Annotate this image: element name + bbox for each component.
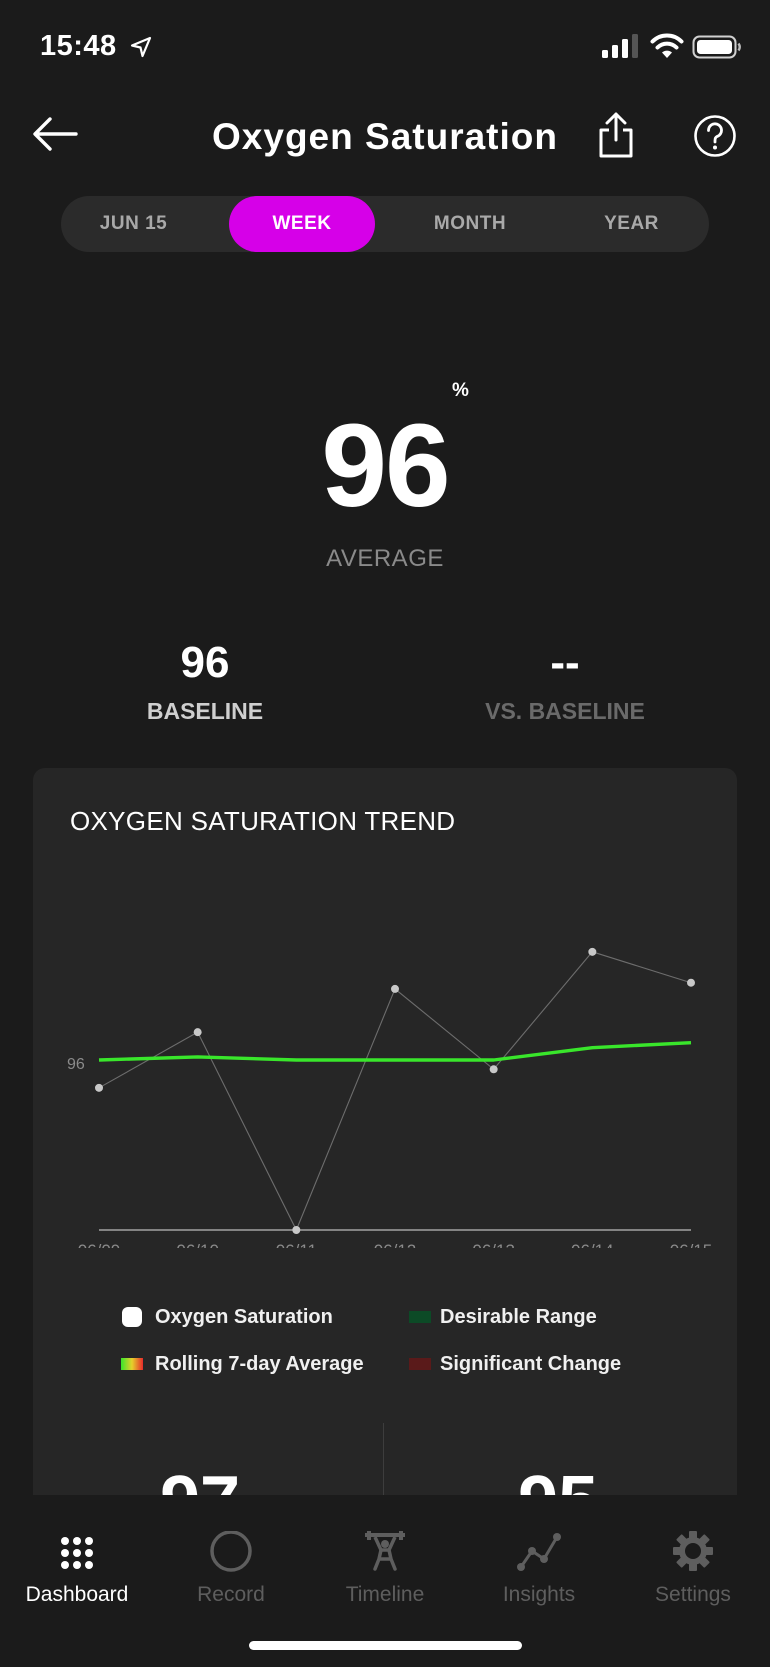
series-line-rolling-average (98, 1040, 692, 1062)
tab-insights[interactable]: Insights (462, 1495, 616, 1615)
data-point (292, 1226, 301, 1234)
home-indicator (249, 1641, 522, 1650)
x-tick-label: 06/11 (276, 1241, 317, 1248)
trend-line-icon (517, 1533, 561, 1571)
help-icon[interactable] (693, 114, 737, 158)
legend-oxygen-saturation: Oxygen Saturation (155, 1306, 333, 1328)
dots-grid-icon (61, 1537, 93, 1569)
legend-desirable-range: Desirable Range (440, 1306, 597, 1328)
x-tick-label: 06/13 (472, 1241, 515, 1248)
range-segmented-control: JUN 15 WEEK MONTH YEAR (61, 196, 709, 252)
legend-significant-change: Significant Change (440, 1353, 622, 1375)
status-time: 15:48 (40, 30, 117, 62)
legend-swatch-oxygen (122, 1307, 142, 1327)
y-tick-label: 96 (67, 1056, 85, 1073)
segment-year[interactable]: YEAR (554, 196, 709, 252)
data-point (489, 1065, 498, 1074)
x-tick-label: 06/14 (571, 1241, 614, 1248)
x-tick-label: 06/12 (374, 1241, 417, 1248)
weightlifter-icon (365, 1531, 405, 1571)
segment-day[interactable]: JUN 15 (61, 196, 206, 252)
tab-record[interactable]: Record (154, 1495, 308, 1615)
share-icon[interactable] (596, 110, 636, 160)
circle-icon (210, 1531, 252, 1572)
status-bar: 15:48 (0, 0, 770, 90)
legend-swatch-desirable (409, 1311, 431, 1323)
tab-dashboard[interactable]: Dashboard (0, 1495, 154, 1615)
x-tick-label: 06/15 (670, 1241, 713, 1248)
data-point (588, 947, 597, 956)
data-point (193, 1028, 202, 1037)
data-point (687, 978, 695, 987)
x-tick-label: 06/09 (78, 1241, 121, 1248)
tab-bar: Dashboard Record Timeline Insights Setti… (0, 1495, 770, 1667)
series-line-oxygen-saturation (98, 951, 692, 1232)
tab-settings-label: Settings (655, 1583, 731, 1606)
tab-record-label: Record (197, 1583, 265, 1606)
nav-header: Oxygen Saturation (0, 100, 770, 180)
baseline-label: BASELINE (146, 698, 264, 724)
trend-card: OXYGEN SATURATION TREND 9606/0906/1006/1… (33, 768, 737, 1508)
tab-settings[interactable]: Settings (616, 1495, 770, 1615)
trend-chart: 96 06/09 06/10 06/11 06/12 06/13 06/14 06/15 (67, 947, 713, 1248)
segment-month[interactable]: MONTH (386, 196, 554, 252)
tab-insights-label: Insights (502, 1583, 576, 1606)
legend-swatch-rolling-average (121, 1358, 143, 1370)
tab-timeline[interactable]: Timeline (308, 1495, 462, 1615)
cellular-signal-icon (602, 34, 638, 58)
vs-baseline-label: VS. BASELINE (485, 698, 645, 724)
vs-baseline-value: -- (550, 638, 580, 687)
legend-swatch-significant (409, 1358, 431, 1370)
legend-rolling-average: Rolling 7-day Average (155, 1353, 364, 1375)
tab-dashboard-label: Dashboard (25, 1583, 129, 1606)
battery-icon (692, 35, 741, 59)
tab-timeline-label: Timeline (345, 1583, 425, 1606)
data-point (391, 984, 399, 993)
wifi-icon (650, 33, 684, 58)
x-tick-label: 06/10 (176, 1241, 219, 1248)
page-title: Oxygen Saturation (212, 116, 558, 157)
average-value: 96 (321, 400, 450, 532)
segment-week[interactable]: WEEK (229, 196, 375, 252)
average-label: AVERAGE (326, 545, 444, 572)
gear-icon (673, 1531, 713, 1571)
baseline-value: 96 (180, 638, 230, 687)
data-point (95, 1083, 103, 1092)
location-arrow-icon (130, 36, 152, 58)
